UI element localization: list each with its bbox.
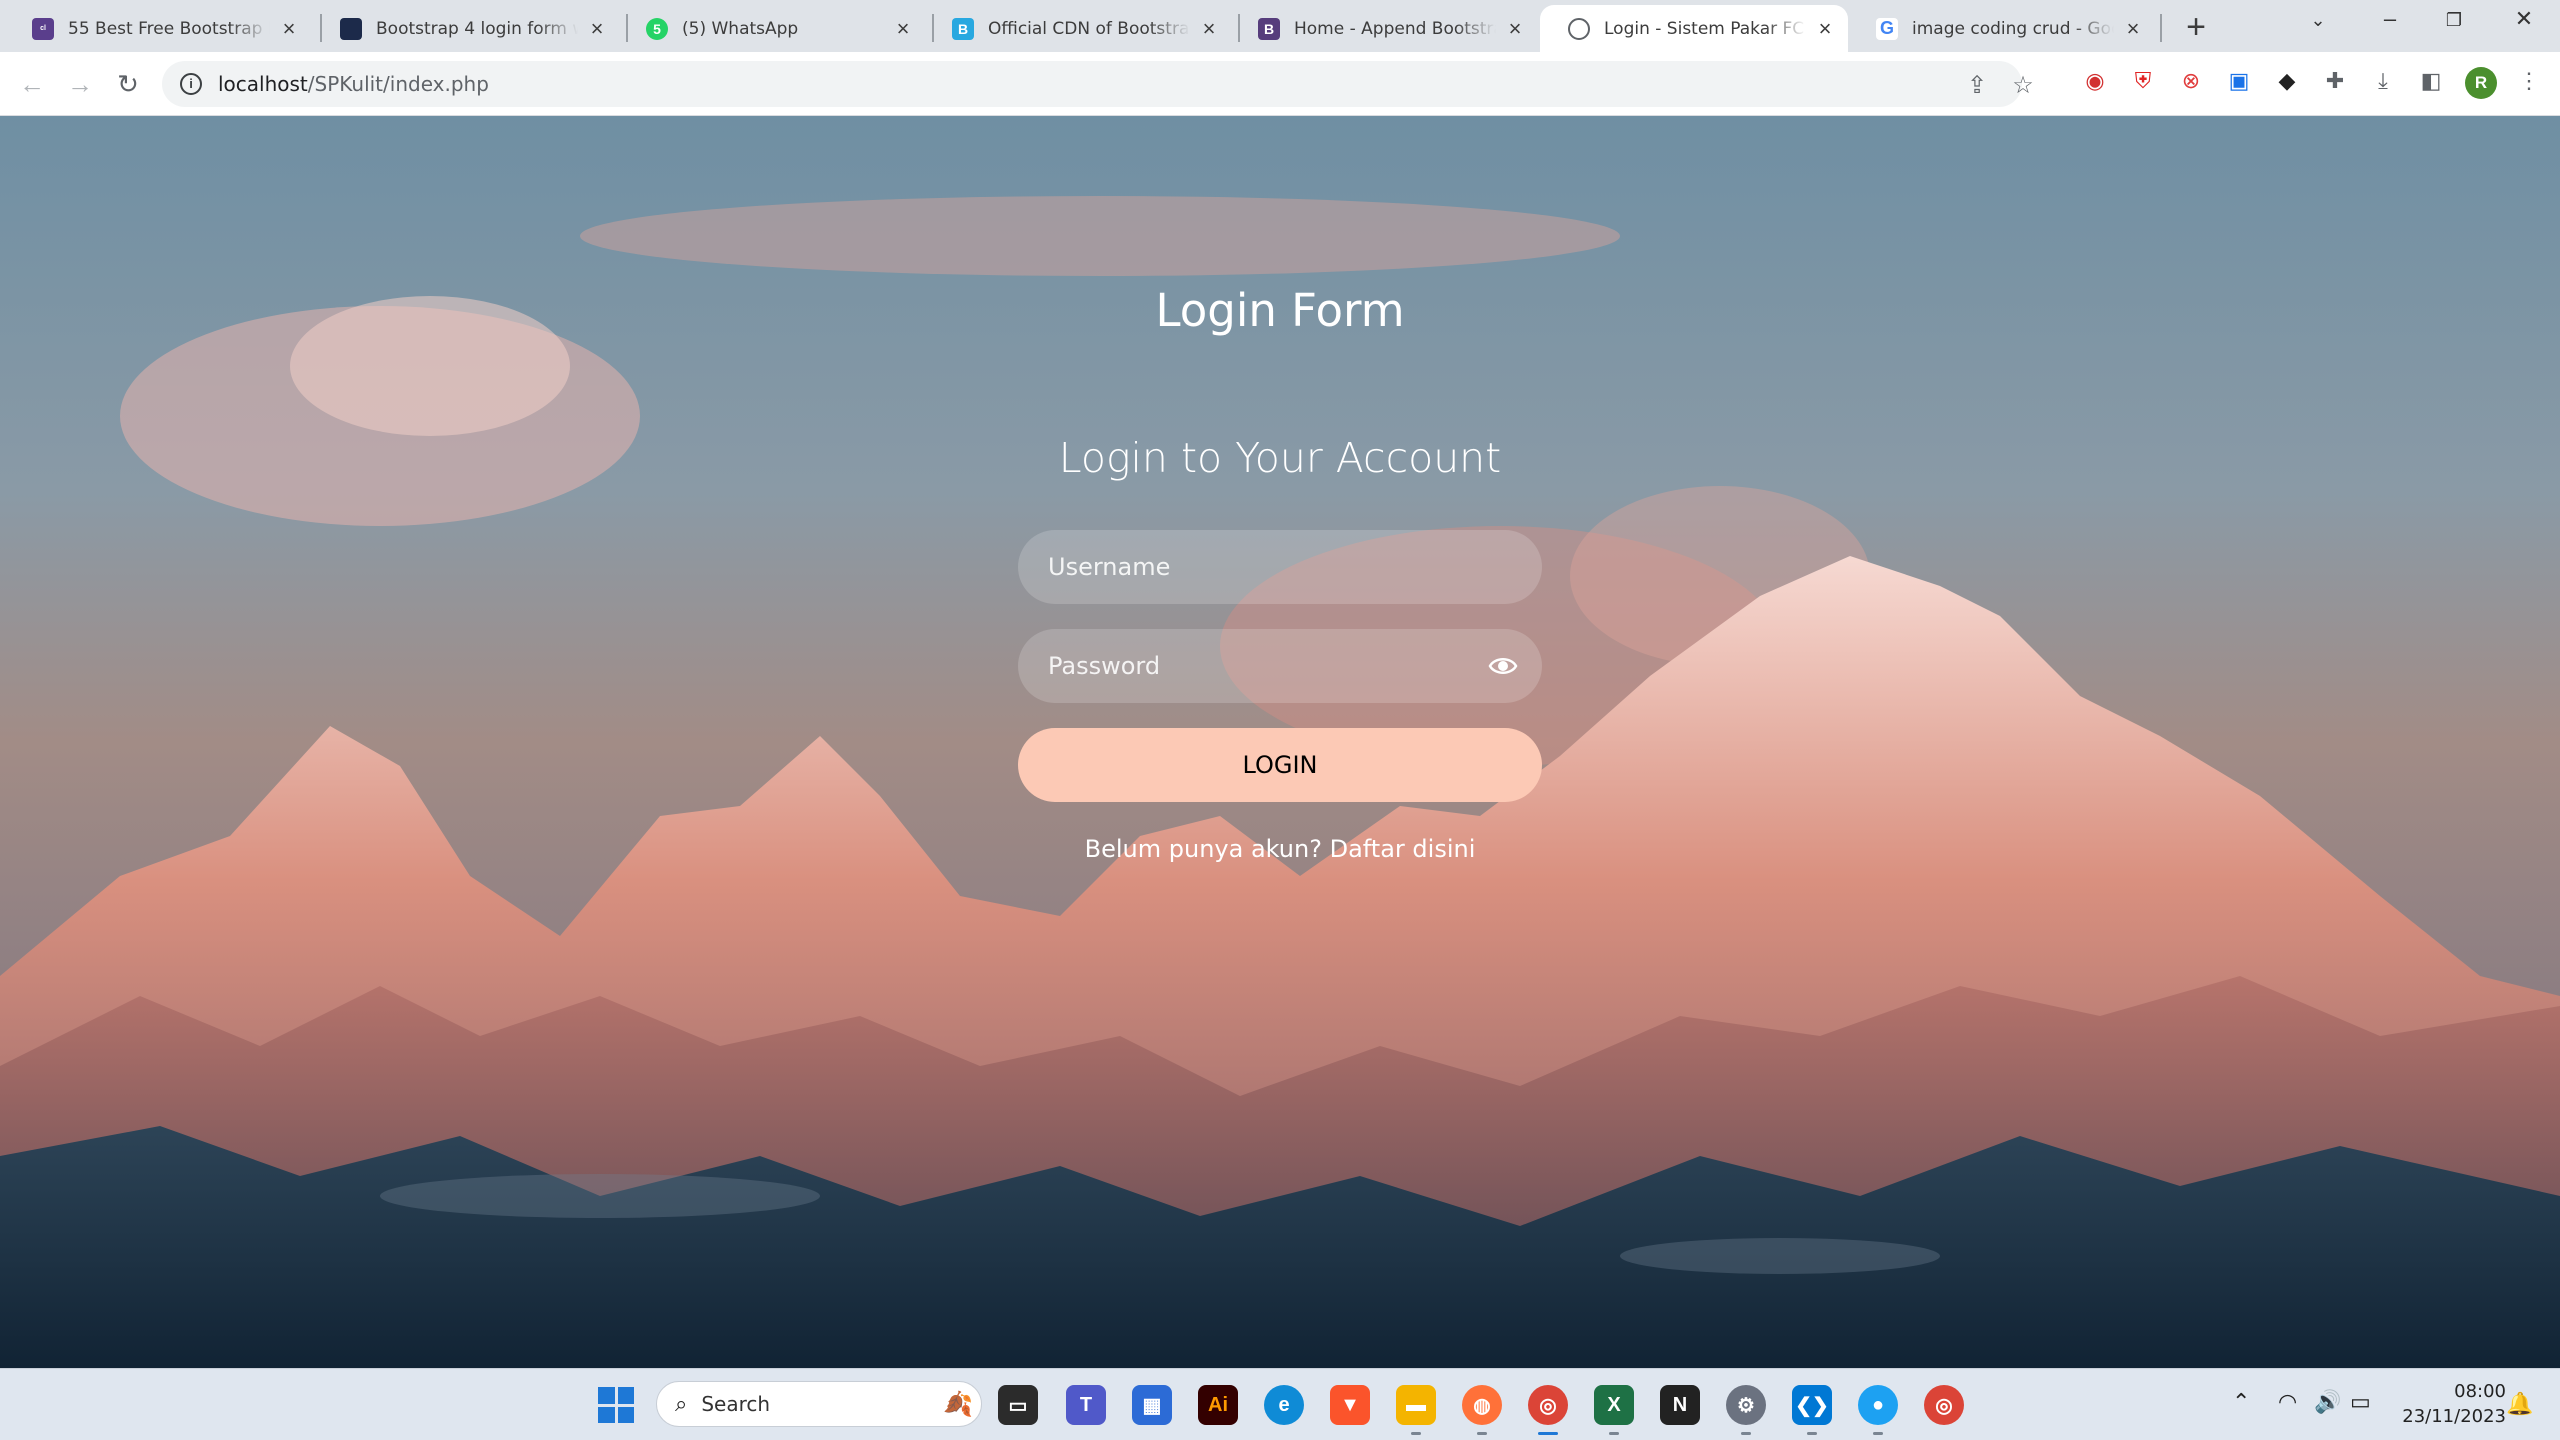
firefox-icon[interactable]: ◍ xyxy=(1462,1385,1502,1435)
wifi-icon[interactable]: ◠ xyxy=(2278,1389,2297,1415)
close-tab-icon[interactable]: × xyxy=(1198,16,1220,42)
register-link-text[interactable]: Belum punya akun? Daftar disini xyxy=(1085,835,1476,863)
show-hidden-icons-icon[interactable]: ⌃ xyxy=(2232,1389,2250,1415)
tab-colorlib[interactable]: cl 55 Best Free Bootstrap Re × xyxy=(4,5,312,52)
register-link[interactable]: Belum punya akun? Daftar disini xyxy=(0,835,2560,863)
tab-divider xyxy=(2160,14,2162,42)
whatsapp-icon: 5 xyxy=(646,17,668,40)
url-text[interactable]: localhost/SPKulit/index.php xyxy=(218,72,489,96)
store-icon[interactable]: ▦ xyxy=(1132,1385,1172,1425)
show-password-eye-icon[interactable] xyxy=(1488,653,1518,679)
tab-bootstrap-login[interactable]: Bootstrap 4 login form wi × xyxy=(312,5,620,52)
tab-title: Login - Sistem Pakar FC W xyxy=(1604,18,1806,39)
close-tab-icon[interactable]: × xyxy=(1814,16,1836,42)
extension-screenshot-icon[interactable]: ▣ xyxy=(2224,66,2254,96)
login-button[interactable]: LOGIN xyxy=(1018,728,1542,802)
site-info-icon[interactable]: i xyxy=(180,73,202,95)
taskbar-search[interactable]: ⌕ Search 🍂 xyxy=(656,1381,982,1427)
bootstrap-cdn-icon: B xyxy=(952,17,974,40)
new-tab-button[interactable]: + xyxy=(2178,8,2214,47)
reload-icon[interactable]: ↻ xyxy=(108,64,148,104)
restore-icon[interactable]: ❐ xyxy=(2424,10,2484,31)
globe-icon xyxy=(1568,17,1590,40)
notification-bell-icon[interactable]: 🔔 xyxy=(2506,1391,2533,1417)
task-view-icon[interactable]: ▭ xyxy=(998,1385,1038,1425)
google-icon: G xyxy=(1876,17,1898,40)
close-window-icon[interactable]: ✕ xyxy=(2494,6,2554,32)
download-icon[interactable]: ⤓ xyxy=(2368,66,2398,96)
chrome-icon[interactable]: ◎ xyxy=(1528,1385,1568,1435)
close-tab-icon[interactable]: × xyxy=(1504,16,1526,42)
taskbar: ⌕ Search 🍂 ▭ T ▦ Ai e ▼ ▬ ◍ ◎ X N ⚙ ❮❯ ●… xyxy=(0,1368,2560,1440)
page-viewport: Login Form Login to Your Account LOGIN B… xyxy=(0,116,2560,1368)
settings-gear-icon[interactable]: ⚙ xyxy=(1726,1385,1766,1435)
extension-eye-icon[interactable]: ◉ xyxy=(2080,66,2110,96)
menu-kebab-icon[interactable]: ⋮ xyxy=(2514,66,2544,96)
tab-title: image coding crud - Goo xyxy=(1912,18,2114,39)
close-tab-icon[interactable]: × xyxy=(278,16,300,42)
username-input[interactable] xyxy=(1018,530,1542,604)
close-tab-icon[interactable]: × xyxy=(586,16,608,42)
back-icon[interactable]: ← xyxy=(12,64,52,104)
extensions-puzzle-icon[interactable]: ✚ xyxy=(2320,66,2350,96)
tab-login-active[interactable]: Login - Sistem Pakar FC W × xyxy=(1540,5,1848,52)
brave-icon[interactable]: ▼ xyxy=(1330,1385,1370,1425)
teams-icon[interactable]: T xyxy=(1066,1385,1106,1425)
battery-icon[interactable]: ▭ xyxy=(2350,1389,2371,1415)
extension-close-icon[interactable]: ⊗ xyxy=(2176,66,2206,96)
vscode-icon[interactable]: ❮❯ xyxy=(1792,1385,1832,1435)
bookmark-star-icon[interactable]: ☆ xyxy=(2008,71,2038,100)
colorlib-favicon-icon: cl xyxy=(32,17,54,40)
file-explorer-icon[interactable]: ▬ xyxy=(1396,1385,1436,1435)
search-highlight-icon: 🍂 xyxy=(943,1391,973,1418)
clock-date: 23/11/2023 xyxy=(2402,1406,2506,1427)
excel-icon[interactable]: X xyxy=(1594,1385,1634,1435)
tab-title: Home - Append Bootstrap xyxy=(1294,18,1496,39)
edge-icon[interactable]: e xyxy=(1264,1385,1304,1425)
tab-strip: cl 55 Best Free Bootstrap Re × Bootstrap… xyxy=(0,0,2560,52)
tab-title: (5) WhatsApp xyxy=(682,18,799,39)
volume-icon[interactable]: 🔊 xyxy=(2314,1389,2341,1415)
tab-append-bootstrap[interactable]: B Home - Append Bootstrap × xyxy=(1230,5,1538,52)
side-panel-icon[interactable]: ◧ xyxy=(2416,66,2446,96)
taskbar-search-label: Search xyxy=(701,1392,771,1416)
browser-toolbar: ← → ↻ i localhost/SPKulit/index.php ⇪ ☆ … xyxy=(0,52,2560,116)
page-title: Login Form xyxy=(1155,284,1405,337)
tab-google-search[interactable]: G image coding crud - Goo × xyxy=(1848,5,2156,52)
tab-title: Bootstrap 4 login form wi xyxy=(376,18,578,39)
extension-cat-icon[interactable]: ◆ xyxy=(2272,66,2302,96)
app-drop-icon[interactable]: ● xyxy=(1858,1385,1898,1435)
share-icon[interactable]: ⇪ xyxy=(1962,71,1992,100)
url-path: /SPKulit/index.php xyxy=(307,72,489,96)
windows-start-icon[interactable] xyxy=(598,1387,634,1423)
password-input[interactable] xyxy=(1018,629,1542,703)
extension-shield-icon[interactable]: ⛨ xyxy=(2128,66,2158,96)
tab-title: Official CDN of Bootstrap xyxy=(988,18,1190,39)
address-bar[interactable]: i localhost/SPKulit/index.php ⇪ ☆ xyxy=(162,61,2034,107)
close-tab-icon[interactable]: × xyxy=(2122,16,2144,42)
forward-icon[interactable]: → xyxy=(60,64,100,104)
bootstrap-icon: B xyxy=(1258,17,1280,40)
search-icon: ⌕ xyxy=(675,1391,688,1416)
tab-title: 55 Best Free Bootstrap Re xyxy=(68,18,270,39)
clock[interactable]: 08:00 23/11/2023 xyxy=(2396,1379,2506,1429)
illustrator-icon[interactable]: Ai xyxy=(1198,1385,1238,1425)
tab-whatsapp[interactable]: 5 (5) WhatsApp × xyxy=(618,5,926,52)
profile-avatar[interactable]: R xyxy=(2465,67,2497,99)
url-host: localhost xyxy=(218,72,308,96)
login-subtitle: Login to Your Account xyxy=(1058,434,1502,482)
tab-bootstrap-cdn[interactable]: B Official CDN of Bootstrap × xyxy=(924,5,1232,52)
chrome-profile-icon[interactable]: ◎ xyxy=(1924,1385,1964,1425)
tab-search-icon[interactable]: ⌄ xyxy=(2288,10,2348,31)
notion-icon[interactable]: N xyxy=(1660,1385,1700,1425)
close-tab-icon[interactable]: × xyxy=(892,16,914,42)
clock-time: 08:00 xyxy=(2454,1381,2506,1402)
minimize-icon[interactable]: – xyxy=(2360,6,2420,32)
login-section: Login Form Login to Your Account LOGIN B… xyxy=(0,116,2560,1368)
page-favicon-icon xyxy=(340,17,362,40)
